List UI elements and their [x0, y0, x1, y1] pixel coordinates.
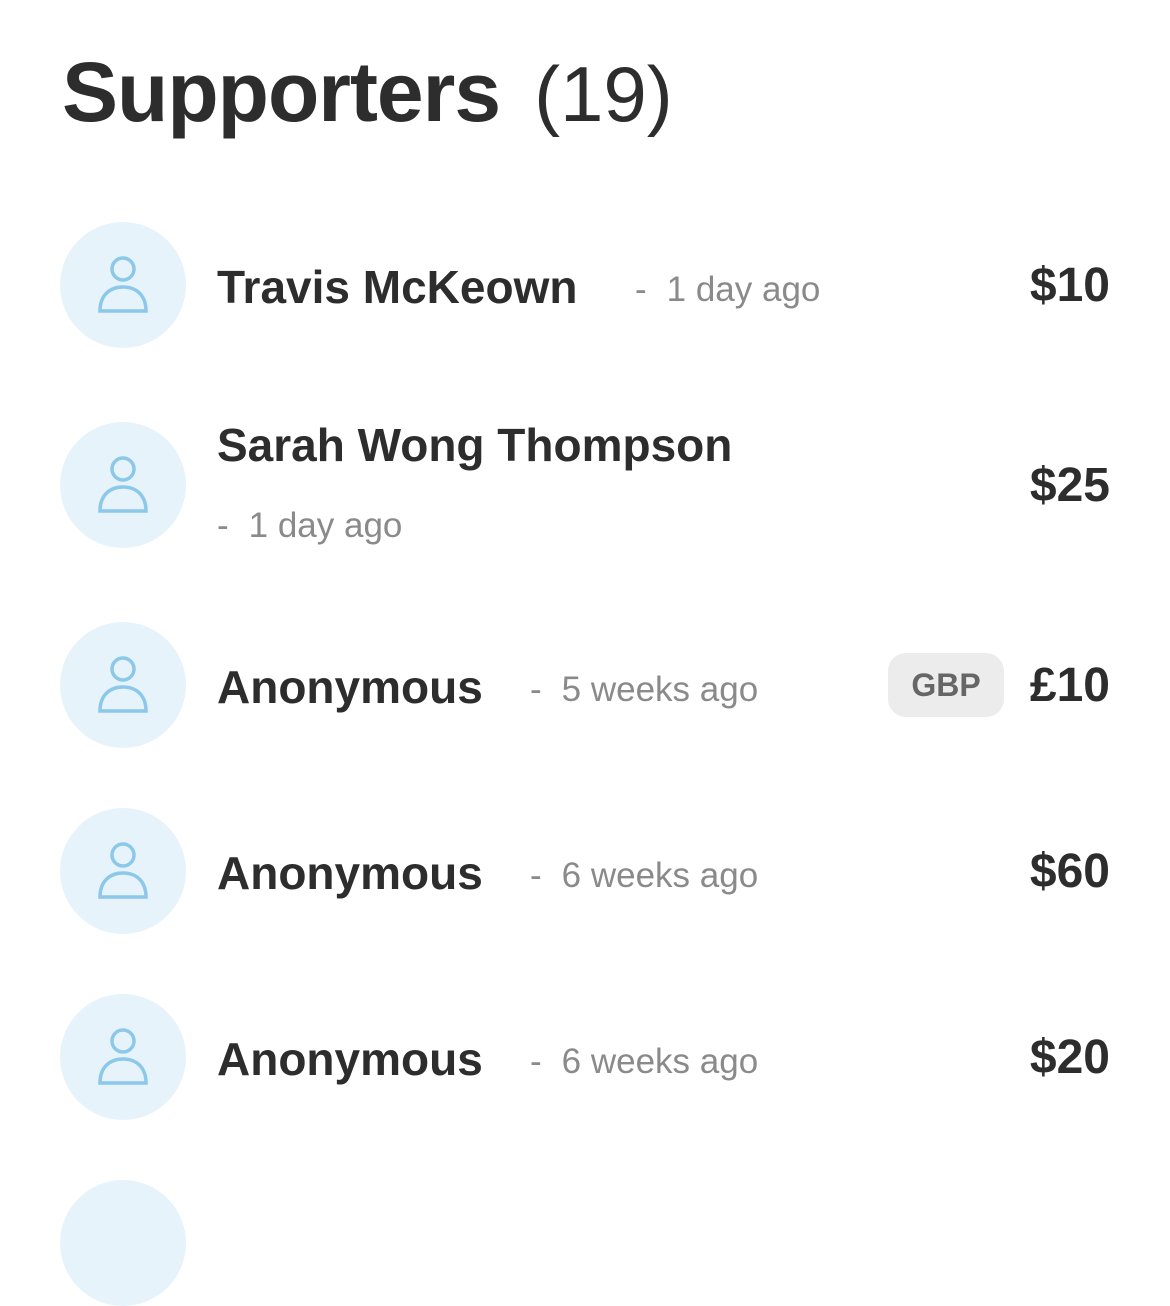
time-separator: - — [217, 506, 229, 545]
donation-amount: £10 — [1029, 659, 1110, 712]
donation-amount: $25 — [1029, 459, 1110, 512]
donation-amount: $10 — [1029, 259, 1110, 312]
supporter-count: (19) — [534, 50, 673, 138]
user-icon — [98, 1028, 148, 1085]
avatar — [60, 422, 186, 548]
supporter-row[interactable]: Anonymous -6 weeks ago $20 — [60, 994, 1110, 1122]
supporter-row[interactable]: Sarah Wong Thompson -1 day ago $25 — [60, 419, 1110, 550]
supporter-name: Travis McKeown — [217, 261, 578, 313]
time-separator: - — [530, 670, 542, 709]
supporter-row[interactable]: Anonymous -6 weeks ago $60 — [60, 808, 1110, 936]
donation-time: -6 weeks ago — [530, 1042, 758, 1082]
currency-badge: GBP — [888, 653, 1004, 717]
supporter-row[interactable]: Travis McKeown -1 day ago $10 — [60, 222, 1110, 350]
time-separator: - — [530, 856, 542, 895]
donation-time: -1 day ago — [217, 506, 402, 546]
supporter-name: Anonymous — [217, 661, 483, 713]
donation-amount: $20 — [1029, 1031, 1110, 1084]
time-label: 1 day ago — [666, 270, 821, 309]
time-label: 6 weeks ago — [561, 1042, 759, 1081]
user-icon — [98, 842, 148, 899]
page-title: Supporters — [62, 45, 501, 139]
donation-time: -5 weeks ago — [530, 670, 758, 710]
supporter-name: Sarah Wong Thompson — [217, 419, 733, 471]
avatar — [60, 622, 186, 748]
user-icon — [98, 656, 148, 713]
time-label: 1 day ago — [248, 506, 403, 545]
avatar — [60, 994, 186, 1120]
user-icon — [98, 256, 148, 313]
user-icon — [98, 456, 148, 513]
page-header: Supporters (19) — [62, 44, 673, 144]
avatar — [60, 222, 186, 348]
donation-time: -1 day ago — [635, 270, 820, 310]
supporter-name: Anonymous — [217, 847, 483, 899]
time-label: 5 weeks ago — [561, 670, 759, 709]
time-separator: - — [530, 1042, 542, 1081]
donation-time: -6 weeks ago — [530, 856, 758, 896]
time-separator: - — [635, 270, 647, 309]
avatar — [60, 808, 186, 934]
supporter-row[interactable]: Anonymous -5 weeks ago GBP £10 — [60, 622, 1110, 750]
avatar — [60, 1180, 186, 1306]
time-label: 6 weeks ago — [561, 856, 759, 895]
donation-amount: $60 — [1029, 845, 1110, 898]
supporter-name: Anonymous — [217, 1033, 483, 1085]
